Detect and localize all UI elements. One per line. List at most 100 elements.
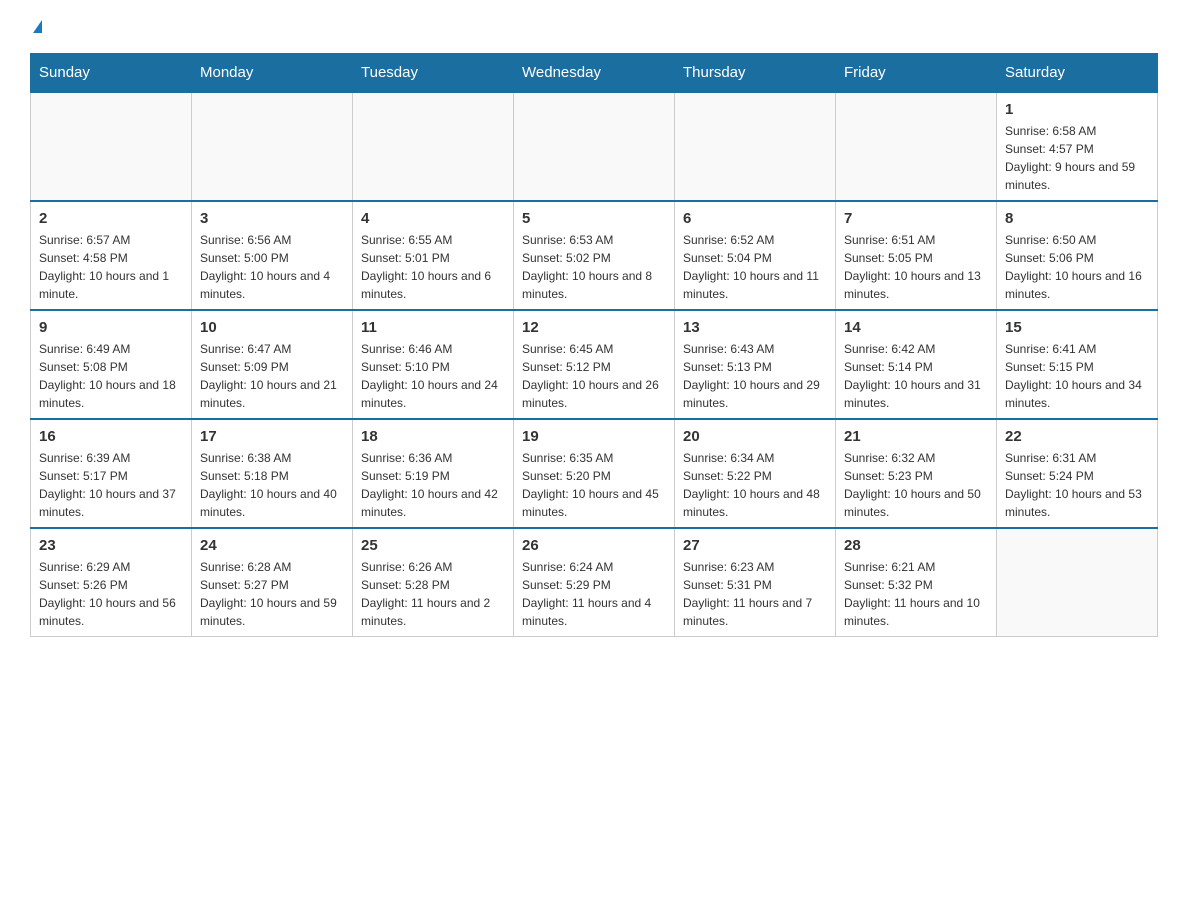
calendar-cell: 8Sunrise: 6:50 AM Sunset: 5:06 PM Daylig… [997, 201, 1158, 310]
day-number: 13 [683, 319, 827, 336]
calendar-cell: 5 Sunrise: 6:53 AM Sunset: 5:02 PM Daylig… [514, 201, 675, 310]
day-info: Sunrise: 6:36 AM Sunset: 5:19 PM Dayligh… [361, 449, 505, 521]
day-number: 7 [844, 210, 988, 227]
calendar-cell: 13Sunrise: 6:43 AM Sunset: 5:13 PM Dayli… [675, 310, 836, 419]
weekday-header-wednesday: Wednesday [514, 54, 675, 93]
day-info: Sunrise: 6:49 AM Sunset: 5:08 PM Dayligh… [39, 340, 183, 412]
day-info: Sunrise: 6:31 AM Sunset: 5:24 PM Dayligh… [1005, 449, 1149, 521]
weekday-header-monday: Monday [192, 54, 353, 93]
day-number: 21 [844, 428, 988, 445]
day-info: Sunrise: 6:51 AM Sunset: 5:05 PM Dayligh… [844, 231, 988, 303]
calendar-cell: 14 Sunrise: 6:42 AM Sunset: 5:14 PM Dayli… [836, 310, 997, 419]
day-number: 14 [844, 319, 988, 336]
calendar-cell: 7 Sunrise: 6:51 AM Sunset: 5:05 PM Daylig… [836, 201, 997, 310]
day-number: 27 [683, 537, 827, 554]
calendar-cell [192, 92, 353, 201]
weekday-header-saturday: Saturday [997, 54, 1158, 93]
day-number: 2 [39, 210, 183, 227]
day-info: Sunrise: 6:53 AM Sunset: 5:02 PM Dayligh… [522, 231, 666, 303]
day-info: Sunrise: 6:58 AM Sunset: 4:57 PM Dayligh… [1005, 122, 1149, 194]
weekday-header-friday: Friday [836, 54, 997, 93]
day-info: Sunrise: 6:42 AM Sunset: 5:14 PM Dayligh… [844, 340, 988, 412]
week-row-1: 1 Sunrise: 6:58 AM Sunset: 4:57 PM Daylig… [31, 92, 1158, 201]
day-info: Sunrise: 6:29 AM Sunset: 5:26 PM Dayligh… [39, 558, 183, 630]
weekday-header-tuesday: Tuesday [353, 54, 514, 93]
calendar-cell: 21 Sunrise: 6:32 AM Sunset: 5:23 PM Dayli… [836, 419, 997, 528]
day-number: 24 [200, 537, 344, 554]
day-info: Sunrise: 6:57 AM Sunset: 4:58 PM Dayligh… [39, 231, 183, 303]
calendar-cell: 6 Sunrise: 6:52 AM Sunset: 5:04 PM Daylig… [675, 201, 836, 310]
calendar-cell [353, 92, 514, 201]
calendar-cell: 22 Sunrise: 6:31 AM Sunset: 5:24 PM Dayli… [997, 419, 1158, 528]
day-number: 10 [200, 319, 344, 336]
weekday-header-thursday: Thursday [675, 54, 836, 93]
day-number: 23 [39, 537, 183, 554]
day-info: Sunrise: 6:45 AM Sunset: 5:12 PM Dayligh… [522, 340, 666, 412]
calendar-cell: 3 Sunrise: 6:56 AM Sunset: 5:00 PM Daylig… [192, 201, 353, 310]
calendar-cell: 23 Sunrise: 6:29 AM Sunset: 5:26 PM Dayli… [31, 528, 192, 637]
week-row-3: 9 Sunrise: 6:49 AM Sunset: 5:08 PM Daylig… [31, 310, 1158, 419]
week-row-4: 16 Sunrise: 6:39 AM Sunset: 5:17 PM Dayli… [31, 419, 1158, 528]
day-info: Sunrise: 6:38 AM Sunset: 5:18 PM Dayligh… [200, 449, 344, 521]
calendar-cell: 1 Sunrise: 6:58 AM Sunset: 4:57 PM Daylig… [997, 92, 1158, 201]
day-number: 4 [361, 210, 505, 227]
weekday-header-row: SundayMondayTuesdayWednesdayThursdayFrid… [31, 54, 1158, 93]
calendar-cell [675, 92, 836, 201]
day-info: Sunrise: 6:34 AM Sunset: 5:22 PM Dayligh… [683, 449, 827, 521]
day-info: Sunrise: 6:52 AM Sunset: 5:04 PM Dayligh… [683, 231, 827, 303]
day-info: Sunrise: 6:35 AM Sunset: 5:20 PM Dayligh… [522, 449, 666, 521]
day-number: 16 [39, 428, 183, 445]
calendar-table: SundayMondayTuesdayWednesdayThursdayFrid… [30, 53, 1158, 637]
day-info: Sunrise: 6:26 AM Sunset: 5:28 PM Dayligh… [361, 558, 505, 630]
calendar-cell [514, 92, 675, 201]
day-number: 28 [844, 537, 988, 554]
calendar-cell: 2 Sunrise: 6:57 AM Sunset: 4:58 PM Daylig… [31, 201, 192, 310]
day-number: 12 [522, 319, 666, 336]
day-info: Sunrise: 6:55 AM Sunset: 5:01 PM Dayligh… [361, 231, 505, 303]
day-number: 26 [522, 537, 666, 554]
calendar-cell: 15 Sunrise: 6:41 AM Sunset: 5:15 PM Dayli… [997, 310, 1158, 419]
day-number: 1 [1005, 101, 1149, 118]
day-info: Sunrise: 6:32 AM Sunset: 5:23 PM Dayligh… [844, 449, 988, 521]
day-info: Sunrise: 6:56 AM Sunset: 5:00 PM Dayligh… [200, 231, 344, 303]
calendar-cell: 26 Sunrise: 6:24 AM Sunset: 5:29 PM Dayli… [514, 528, 675, 637]
calendar-cell: 24Sunrise: 6:28 AM Sunset: 5:27 PM Dayli… [192, 528, 353, 637]
day-number: 5 [522, 210, 666, 227]
day-number: 18 [361, 428, 505, 445]
weekday-header-sunday: Sunday [31, 54, 192, 93]
day-number: 25 [361, 537, 505, 554]
logo-triangle-icon [33, 20, 42, 33]
calendar-cell [31, 92, 192, 201]
day-number: 9 [39, 319, 183, 336]
day-number: 17 [200, 428, 344, 445]
calendar-cell: 25 Sunrise: 6:26 AM Sunset: 5:28 PM Dayli… [353, 528, 514, 637]
calendar-cell: 17 Sunrise: 6:38 AM Sunset: 5:18 PM Dayli… [192, 419, 353, 528]
calendar-cell: 10Sunrise: 6:47 AM Sunset: 5:09 PM Dayli… [192, 310, 353, 419]
week-row-2: 2 Sunrise: 6:57 AM Sunset: 4:58 PM Daylig… [31, 201, 1158, 310]
page-header [30, 20, 1158, 33]
day-number: 11 [361, 319, 505, 336]
week-row-5: 23 Sunrise: 6:29 AM Sunset: 5:26 PM Dayli… [31, 528, 1158, 637]
day-info: Sunrise: 6:23 AM Sunset: 5:31 PM Dayligh… [683, 558, 827, 630]
calendar-cell: 18 Sunrise: 6:36 AM Sunset: 5:19 PM Dayli… [353, 419, 514, 528]
calendar-cell: 28Sunrise: 6:21 AM Sunset: 5:32 PM Dayli… [836, 528, 997, 637]
day-number: 6 [683, 210, 827, 227]
day-info: Sunrise: 6:24 AM Sunset: 5:29 PM Dayligh… [522, 558, 666, 630]
logo [30, 20, 42, 33]
calendar-cell: 4 Sunrise: 6:55 AM Sunset: 5:01 PM Daylig… [353, 201, 514, 310]
calendar-cell: 27 Sunrise: 6:23 AM Sunset: 5:31 PM Dayli… [675, 528, 836, 637]
day-number: 8 [1005, 210, 1149, 227]
calendar-cell: 11 Sunrise: 6:46 AM Sunset: 5:10 PM Dayli… [353, 310, 514, 419]
calendar-cell: 12 Sunrise: 6:45 AM Sunset: 5:12 PM Dayli… [514, 310, 675, 419]
day-number: 3 [200, 210, 344, 227]
calendar-cell: 19Sunrise: 6:35 AM Sunset: 5:20 PM Dayli… [514, 419, 675, 528]
calendar-cell: 16 Sunrise: 6:39 AM Sunset: 5:17 PM Dayli… [31, 419, 192, 528]
calendar-cell: 20Sunrise: 6:34 AM Sunset: 5:22 PM Dayli… [675, 419, 836, 528]
calendar-cell [836, 92, 997, 201]
calendar-cell [997, 528, 1158, 637]
day-info: Sunrise: 6:46 AM Sunset: 5:10 PM Dayligh… [361, 340, 505, 412]
day-info: Sunrise: 6:41 AM Sunset: 5:15 PM Dayligh… [1005, 340, 1149, 412]
day-number: 15 [1005, 319, 1149, 336]
day-info: Sunrise: 6:39 AM Sunset: 5:17 PM Dayligh… [39, 449, 183, 521]
day-number: 22 [1005, 428, 1149, 445]
